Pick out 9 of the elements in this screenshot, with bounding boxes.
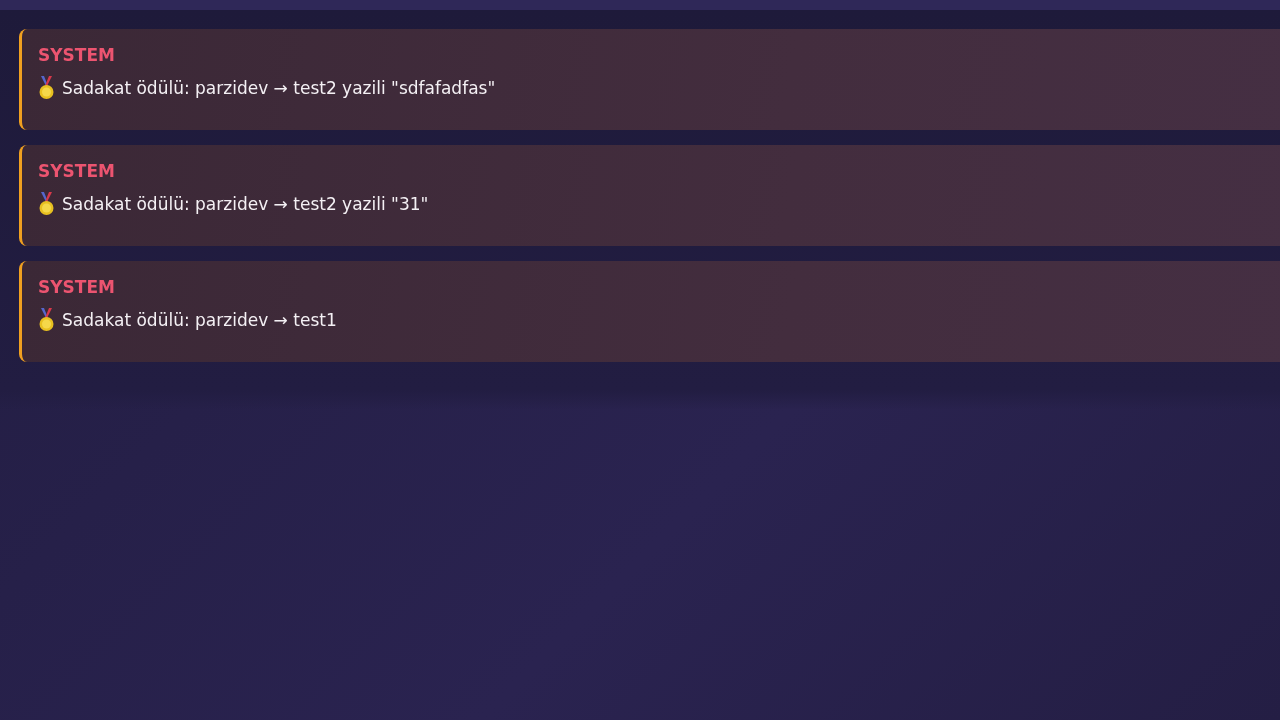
medal-icon — [38, 307, 55, 333]
sender-name: SYSTEM — [38, 161, 115, 181]
message-text: Sadakat ödülü: parzidev → test2 yazili "sdfafadfas" — [62, 78, 496, 98]
message-text: Sadakat ödülü: parzidev → test2 yazili "31" — [62, 194, 429, 214]
medal-icon — [38, 75, 55, 101]
sender-name: SYSTEM — [38, 45, 115, 65]
sender-name: SYSTEM — [38, 277, 115, 297]
medal-icon — [38, 191, 55, 217]
message-text: Sadakat ödülü: parzidev → test1 — [62, 310, 337, 330]
